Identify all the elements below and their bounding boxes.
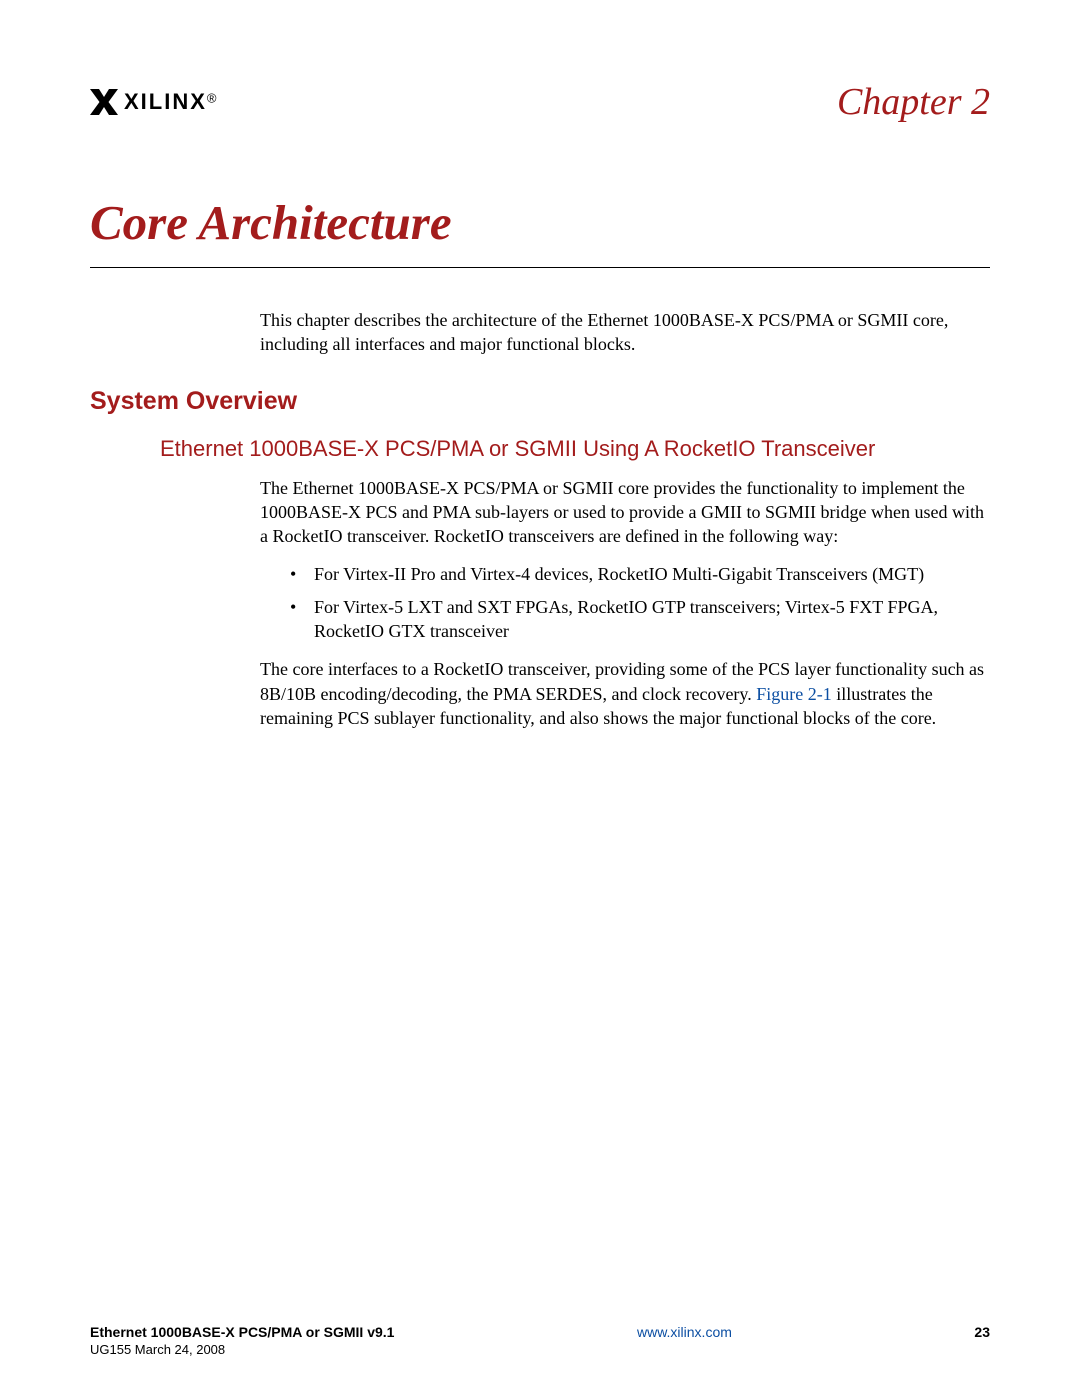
page-footer: Ethernet 1000BASE-X PCS/PMA or SGMII v9.…	[90, 1324, 990, 1357]
body-paragraph-2: The core interfaces to a RocketIO transc…	[260, 657, 990, 730]
footer-doc-title: Ethernet 1000BASE-X PCS/PMA or SGMII v9.…	[90, 1324, 394, 1340]
figure-reference-link[interactable]: Figure 2-1	[756, 684, 832, 704]
section-heading: System Overview	[90, 387, 990, 416]
footer-page-number: 23	[974, 1324, 990, 1340]
xilinx-logo: XILINX®	[90, 89, 217, 115]
list-item-text: For Virtex-5 LXT and SXT FPGAs, RocketIO…	[314, 595, 990, 644]
title-divider	[90, 267, 990, 268]
page-title: Core Architecture	[90, 194, 990, 251]
list-item: • For Virtex-5 LXT and SXT FPGAs, Rocket…	[290, 595, 990, 644]
chapter-label: Chapter 2	[837, 80, 990, 124]
footer-doc-id: UG155 March 24, 2008	[90, 1342, 990, 1357]
logo-text: XILINX®	[124, 89, 217, 115]
xilinx-logo-icon	[90, 89, 118, 115]
bullet-icon: •	[290, 562, 300, 586]
bullet-icon: •	[290, 595, 300, 644]
subsection-heading: Ethernet 1000BASE-X PCS/PMA or SGMII Usi…	[160, 436, 990, 462]
body-paragraph-1: The Ethernet 1000BASE-X PCS/PMA or SGMII…	[260, 476, 990, 549]
page-header: XILINX® Chapter 2	[90, 80, 990, 124]
intro-paragraph: This chapter describes the architecture …	[260, 308, 990, 357]
list-item-text: For Virtex-II Pro and Virtex-4 devices, …	[314, 562, 924, 586]
bullet-list: • For Virtex-II Pro and Virtex-4 devices…	[290, 562, 990, 643]
list-item: • For Virtex-II Pro and Virtex-4 devices…	[290, 562, 990, 586]
footer-link[interactable]: www.xilinx.com	[637, 1324, 732, 1340]
